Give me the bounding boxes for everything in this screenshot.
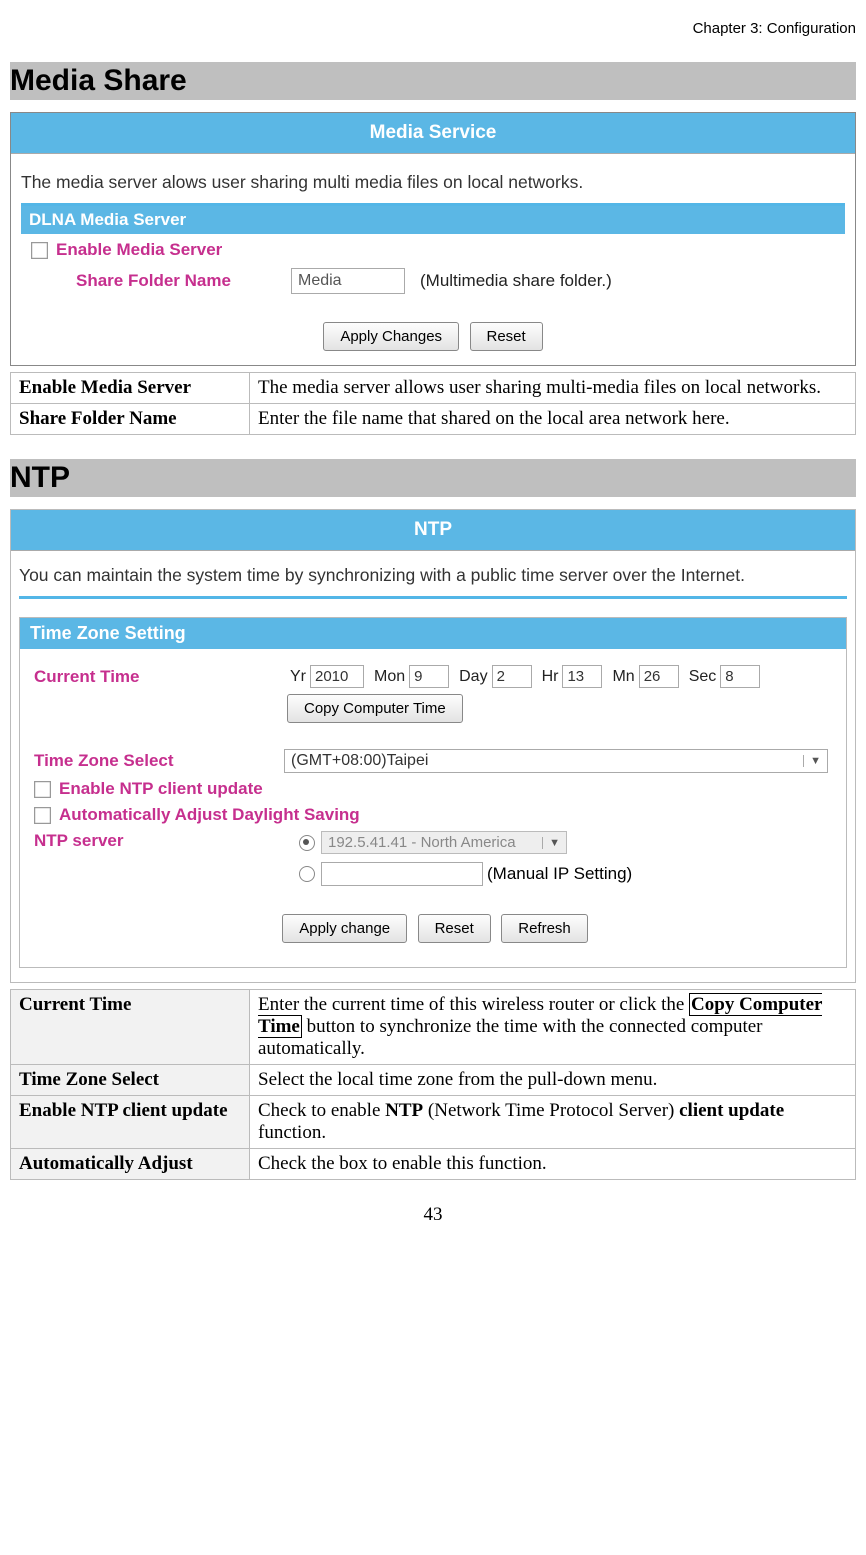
time-zone-header: Time Zone Setting <box>20 618 846 649</box>
table-row: Current Time Enter the current time of t… <box>11 990 856 1065</box>
table-row: Automatically Adjust Check the box to en… <box>11 1149 856 1180</box>
sec-label: Sec <box>689 668 717 686</box>
ntp-server-value: 192.5.41.41 - North America <box>328 834 516 851</box>
table-row: Time Zone Select Select the local time z… <box>11 1065 856 1096</box>
mon-label: Mon <box>374 668 405 686</box>
media-definitions-table: Enable Media Server The media server all… <box>10 372 856 435</box>
enable-media-server-label: Enable Media Server <box>56 240 222 260</box>
def-desc: Check the box to enable this function. <box>250 1149 856 1180</box>
def-term: Time Zone Select <box>11 1065 250 1096</box>
def-desc: The media server allows user sharing mul… <box>250 373 856 404</box>
def-desc: Check to enable NTP (Network Time Protoc… <box>250 1096 856 1149</box>
ntp-intro-text: You can maintain the system time by sync… <box>19 565 847 586</box>
def-term: Enable Media Server <box>11 373 250 404</box>
refresh-button[interactable]: Refresh <box>501 914 588 943</box>
page-number: 43 <box>10 1204 856 1226</box>
time-zone-select[interactable]: (GMT+08:00)Taipei ▼ <box>284 749 828 773</box>
ntp-definitions-table: Current Time Enter the current time of t… <box>10 989 856 1180</box>
def-term: Share Folder Name <box>11 404 250 435</box>
hr-label: Hr <box>542 668 559 686</box>
def-term: Automatically Adjust <box>11 1149 250 1180</box>
table-row: Share Folder Name Enter the file name th… <box>11 404 856 435</box>
year-input[interactable] <box>310 665 364 688</box>
section-heading-media-share: Media Share <box>10 62 856 100</box>
ntp-manual-ip-input[interactable] <box>321 862 483 886</box>
ntp-server-select[interactable]: 192.5.41.41 - North America ▼ <box>321 831 567 854</box>
mn-label: Mn <box>612 668 634 686</box>
hour-input[interactable] <box>562 665 602 688</box>
def-desc: Enter the file name that shared on the l… <box>250 404 856 435</box>
def-desc: Select the local time zone from the pull… <box>250 1065 856 1096</box>
divider <box>19 596 847 599</box>
yr-label: Yr <box>290 668 306 686</box>
minute-input[interactable] <box>639 665 679 688</box>
def-term: Enable NTP client update <box>11 1096 250 1149</box>
media-service-title: Media Service <box>11 113 855 154</box>
share-folder-input[interactable] <box>291 268 405 294</box>
section-heading-ntp: NTP <box>10 459 856 497</box>
current-time-label: Current Time <box>34 667 284 687</box>
reset-button[interactable]: Reset <box>418 914 491 943</box>
ntp-panel: NTP You can maintain the system time by … <box>10 509 856 983</box>
dlna-subheader: DLNA Media Server <box>21 206 845 234</box>
ntp-title: NTP <box>11 510 855 551</box>
copy-computer-time-button[interactable]: Copy Computer Time <box>287 694 463 723</box>
chevron-down-icon: ▼ <box>542 837 560 849</box>
manual-ip-label: (Manual IP Setting) <box>487 864 632 884</box>
time-zone-block: Time Zone Setting Current Time Yr Mon Da… <box>19 617 847 968</box>
time-zone-value: (GMT+08:00)Taipei <box>291 752 428 770</box>
ntp-server-label: NTP server <box>34 831 299 886</box>
def-term: Current Time <box>11 990 250 1065</box>
chevron-down-icon: ▼ <box>803 755 821 767</box>
day-input[interactable] <box>492 665 532 688</box>
def-desc: Enter the current time of this wireless … <box>250 990 856 1065</box>
day-label: Day <box>459 668 487 686</box>
chapter-header: Chapter 3: Configuration <box>10 20 856 37</box>
ntp-server-radio-manual[interactable] <box>299 866 315 882</box>
enable-media-server-checkbox[interactable] <box>31 242 48 259</box>
table-row: Enable NTP client update Check to enable… <box>11 1096 856 1149</box>
second-input[interactable] <box>720 665 760 688</box>
month-input[interactable] <box>409 665 449 688</box>
media-intro-text: The media server alows user sharing mult… <box>21 172 845 193</box>
apply-change-button[interactable]: Apply change <box>282 914 407 943</box>
auto-dst-label: Automatically Adjust Daylight Saving <box>59 805 360 825</box>
apply-changes-button[interactable]: Apply Changes <box>323 322 459 351</box>
enable-ntp-label: Enable NTP client update <box>59 779 263 799</box>
table-row: Enable Media Server The media server all… <box>11 373 856 404</box>
share-folder-label: Share Folder Name <box>76 271 291 291</box>
reset-button[interactable]: Reset <box>470 322 543 351</box>
enable-ntp-checkbox[interactable] <box>34 781 51 798</box>
ntp-server-radio-preset[interactable] <box>299 835 315 851</box>
media-service-panel: Media Service The media server alows use… <box>10 112 856 366</box>
share-folder-hint: (Multimedia share folder.) <box>420 271 612 291</box>
time-zone-select-label: Time Zone Select <box>34 751 284 771</box>
auto-dst-checkbox[interactable] <box>34 807 51 824</box>
